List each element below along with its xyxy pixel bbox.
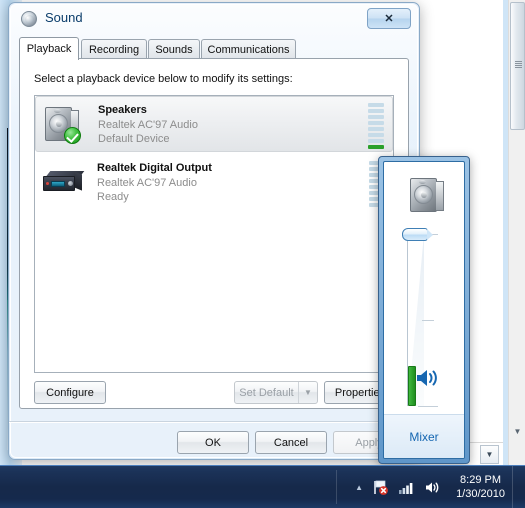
mixer-link[interactable]: Mixer [384, 414, 464, 458]
digital-receiver-icon [43, 163, 85, 203]
configure-button[interactable]: Configure [34, 381, 106, 404]
tab-playback[interactable]: Playback [19, 37, 79, 60]
clock-time: 8:29 PM [460, 474, 502, 486]
tab-strip: Playback Recording Sounds Communications [19, 37, 409, 60]
device-name: Realtek Digital Output [97, 162, 212, 174]
scrollbar-grip-icon [515, 61, 522, 68]
notification-area: ▲ 8:29 PM 1/30/2010 [355, 466, 505, 508]
screen: ▼ 100% ▼ Sound ✕ Playback Recording Soun… [0, 0, 525, 508]
dialog-footer-divider [9, 421, 419, 423]
sound-dialog: Sound ✕ Playback Recording Sounds Commun… [8, 2, 420, 460]
tab-communications[interactable]: Communications [201, 39, 296, 59]
close-button[interactable]: ✕ [367, 8, 411, 29]
tab-playback-label: Playback [26, 43, 72, 55]
default-device-check-icon [64, 127, 81, 144]
volume-meter-speakers [368, 103, 384, 149]
clock-date: 1/30/2010 [456, 488, 505, 500]
taskbar: ▲ 8:29 PM 1/30/2010 [0, 465, 525, 508]
cancel-button-label: Cancel [273, 436, 309, 449]
ok-button[interactable]: OK [177, 431, 249, 454]
speaker-on-icon[interactable] [424, 479, 441, 496]
slider-tick-mid [422, 320, 434, 321]
dialog-title: Sound [45, 10, 83, 25]
network-bars-icon[interactable] [398, 479, 415, 496]
speaker-on-icon[interactable] [414, 367, 442, 389]
zoom-dropdown-button[interactable]: ▼ [480, 445, 499, 464]
volume-flyout: Mixer [378, 156, 470, 464]
scrollbar-thumb[interactable] [510, 2, 525, 130]
close-icon: ✕ [384, 13, 394, 25]
tab-recording[interactable]: Recording [81, 39, 147, 59]
tab-sounds-label: Sounds [155, 43, 193, 56]
device-list-item-digital-output[interactable]: Realtek Digital Output Realtek AC'97 Aud… [35, 155, 393, 211]
volume-slider-thumb[interactable] [402, 228, 433, 241]
dialog-titlebar[interactable]: Sound ✕ [9, 3, 419, 35]
flyout-speaker-box-icon[interactable] [410, 178, 444, 212]
volume-flyout-inner: Mixer [383, 161, 465, 459]
clock[interactable]: 8:29 PM 1/30/2010 [456, 473, 505, 501]
show-desktop-button[interactable] [512, 466, 525, 508]
device-driver: Realtek AC'97 Audio [98, 119, 198, 131]
playback-device-list[interactable]: Speakers Realtek AC'97 Audio Default Dev… [34, 95, 394, 373]
sound-speaker-icon [21, 11, 37, 27]
playback-instruction: Select a playback device below to modify… [34, 73, 293, 85]
taskbar-divider [336, 470, 337, 504]
show-hidden-icons-button[interactable]: ▲ [355, 483, 363, 492]
cancel-button[interactable]: Cancel [255, 431, 327, 454]
playback-tab-panel: Select a playback device below to modify… [19, 58, 409, 409]
device-driver: Realtek AC'97 Audio [97, 177, 197, 189]
configure-button-label: Configure [46, 386, 94, 399]
set-default-split-button[interactable]: Set Default ▼ [234, 381, 318, 404]
vertical-scrollbar[interactable]: ▼ [508, 0, 525, 466]
ok-button-label: OK [205, 436, 221, 449]
flag-alert-icon[interactable] [372, 479, 389, 496]
device-list-item-speakers[interactable]: Speakers Realtek AC'97 Audio Default Dev… [35, 96, 393, 152]
speaker-box-icon [44, 105, 86, 145]
scroll-down-arrow-icon[interactable]: ▼ [509, 423, 525, 440]
set-default-label: Set Default [239, 386, 294, 399]
chevron-down-icon[interactable]: ▼ [298, 382, 317, 403]
device-status: Default Device [98, 133, 170, 145]
slider-tick-bottom [418, 406, 438, 407]
tab-sounds[interactable]: Sounds [148, 39, 200, 59]
device-status: Ready [97, 191, 129, 203]
device-name: Speakers [98, 104, 147, 116]
tab-recording-label: Recording [88, 43, 140, 56]
mixer-link-label: Mixer [409, 429, 439, 444]
tab-communications-label: Communications [207, 43, 290, 56]
